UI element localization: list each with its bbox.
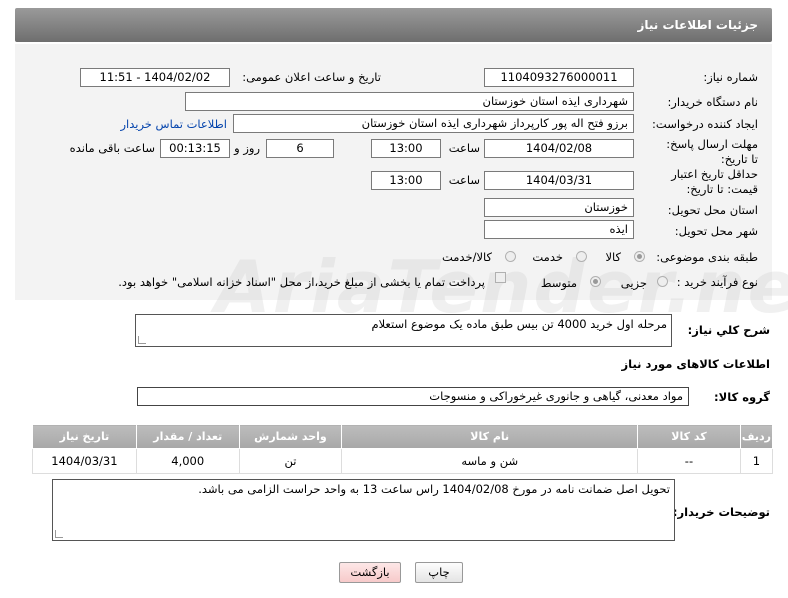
payment-note: پرداخت تمام یا بخشی از مبلغ خرید،از محل … <box>118 275 485 289</box>
need-number-field: 1104093276000011 <box>484 68 634 87</box>
buyer-org-label: نام دستگاه خریدار: <box>667 95 758 109</box>
validity-time-field: 13:00 <box>371 171 441 190</box>
category-goods-radio[interactable] <box>634 251 645 262</box>
goods-info-title: اطلاعات کالاهای مورد نیاز <box>621 357 770 371</box>
summary-textarea[interactable]: مرحله اول خرید 4000 تن بیس طبق ماده یک م… <box>135 314 672 347</box>
page-title: جزئیات اطلاعات نیاز <box>637 18 758 32</box>
remaining-label: ساعت باقی مانده <box>69 141 155 155</box>
buyer-notes-label: توضیحات خریدار: <box>672 505 770 519</box>
category-label: طبقه بندی موضوعی: <box>656 250 758 264</box>
category-both-radio[interactable] <box>505 251 516 262</box>
goods-group-label: گروه کالا: <box>714 390 770 404</box>
need-number-label: شماره نیاز: <box>703 70 758 84</box>
col-unit-header: واحد شمارش <box>238 424 343 449</box>
process-minor-radio[interactable] <box>657 276 668 287</box>
process-label: نوع فرآیند خرید : <box>676 275 758 289</box>
city-label: شهر محل تحویل: <box>674 224 758 238</box>
resize-grip-icon[interactable] <box>55 530 63 538</box>
col-date-header: تاریخ نیاز <box>32 424 137 449</box>
page-header: جزئیات اطلاعات نیاز <box>15 8 772 42</box>
summary-label: شرح کلي نياز: <box>687 323 770 337</box>
buyer-notes-text: تحویل اصل ضمانت نامه در مورخ 1404/02/08 … <box>198 482 670 496</box>
creator-field: برزو فتح اله پور کارپرداز شهرداری ایذه ا… <box>233 114 634 133</box>
validity-time-label: ساعت <box>448 173 480 187</box>
goods-group-field: مواد معدنی، گیاهی و جانوری غیرخوراکی و م… <box>137 387 689 406</box>
process-medium-label: متوسط <box>540 276 577 290</box>
category-goods-label: کالا <box>605 250 621 264</box>
cell-row: 1 <box>739 448 774 474</box>
days-label: روز و <box>234 141 260 155</box>
announce-field: 1404/02/02 - 11:51 <box>80 68 230 87</box>
reply-time-label: ساعت <box>448 141 480 155</box>
col-qty-header: تعداد / مقدار <box>135 424 240 449</box>
city-field: ایذه <box>484 220 634 239</box>
cell-code: -- <box>637 448 741 474</box>
cell-qty: 4,000 <box>135 448 240 474</box>
reply-date-field: 1404/02/08 <box>484 139 634 158</box>
category-service-radio[interactable] <box>576 251 587 262</box>
category-both-label: کالا/خدمت <box>441 250 492 264</box>
category-service-label: خدمت <box>532 250 563 264</box>
cell-name: شن و ماسه <box>341 448 639 474</box>
process-medium-radio[interactable] <box>590 276 601 287</box>
print-button[interactable]: چاپ <box>415 562 463 583</box>
col-code-header: کد کالا <box>637 424 741 449</box>
days-field: 6 <box>266 139 334 158</box>
treasury-payment-checkbox[interactable] <box>495 272 506 283</box>
cell-date: 1404/03/31 <box>32 448 137 474</box>
table-header-row: ردیف کد کالا نام کالا واحد شمارش تعداد /… <box>32 424 774 449</box>
buyer-org-field: شهرداری ایذه استان خوزستان <box>185 92 634 111</box>
province-field: خوزستان <box>484 198 634 217</box>
cell-unit: تن <box>238 448 343 474</box>
creator-label: ایجاد کننده درخواست: <box>652 117 758 131</box>
validity-date-field: 1404/03/31 <box>484 171 634 190</box>
col-row-header: ردیف <box>739 424 774 449</box>
process-minor-label: جزیی <box>620 276 647 290</box>
goods-table: ردیف کد کالا نام کالا واحد شمارش تعداد /… <box>32 424 774 474</box>
resize-grip-icon[interactable] <box>138 336 146 344</box>
province-label: استان محل تحویل: <box>667 203 758 217</box>
reply-deadline-label: مهلت ارسال پاسخ: تا تاریخ: <box>666 137 758 166</box>
remaining-time-field: 00:13:15 <box>160 139 230 158</box>
buyer-notes-textarea[interactable]: تحویل اصل ضمانت نامه در مورخ 1404/02/08 … <box>52 479 675 541</box>
back-button[interactable]: بازگشت <box>339 562 401 583</box>
reply-time-field: 13:00 <box>371 139 441 158</box>
price-validity-label: حداقل تاریخ اعتبار قیمت: تا تاریخ: <box>671 167 758 196</box>
table-row: 1 -- شن و ماسه تن 4,000 1404/03/31 <box>32 448 774 474</box>
summary-text: مرحله اول خرید 4000 تن بیس طبق ماده یک م… <box>371 317 667 331</box>
announce-label: تاریخ و ساعت اعلان عمومی: <box>242 70 381 84</box>
col-name-header: نام کالا <box>341 424 639 449</box>
contact-buyer-link[interactable]: اطلاعات تماس خریدار <box>120 117 227 131</box>
